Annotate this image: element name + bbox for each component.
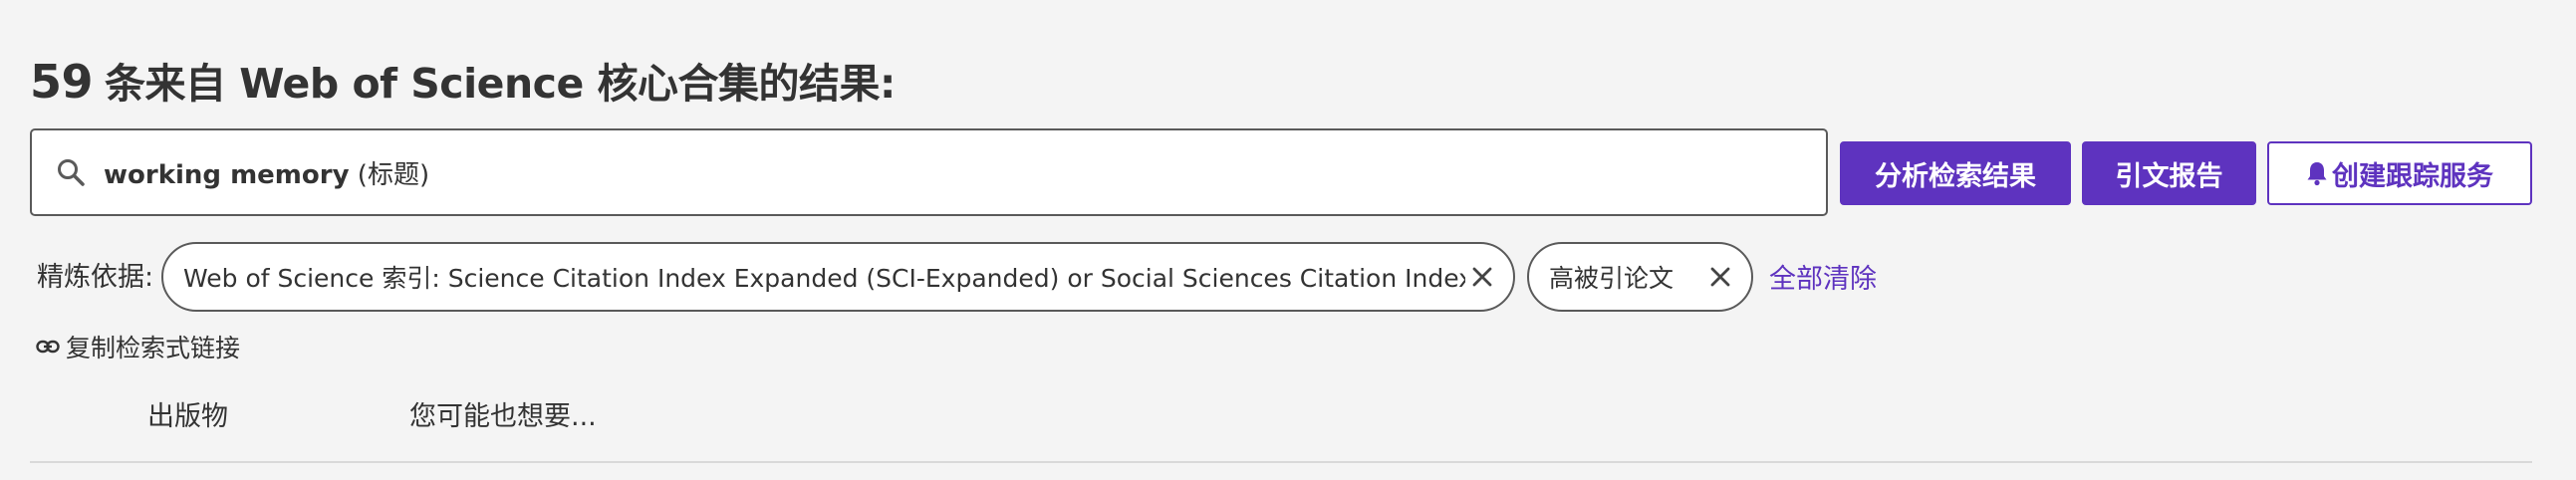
- search-query-field: (标题): [357, 159, 430, 190]
- results-heading: 59 条来自 Web of Science 核心合集的结果:: [30, 50, 896, 110]
- create-alert-button[interactable]: 创建跟踪服务: [2267, 141, 2532, 205]
- search-query-box[interactable]: working memory (标题): [30, 128, 1828, 216]
- copy-query-link-label: 复制检索式链接: [66, 334, 241, 362]
- search-query-text: working memory (标题): [104, 154, 429, 191]
- citation-report-button[interactable]: 引文报告: [2082, 141, 2256, 205]
- results-heading-text: 条来自 Web of Science 核心合集的结果:: [105, 60, 896, 108]
- refine-label: 精炼依据:: [37, 262, 154, 293]
- tab-suggestions[interactable]: 您可能也想要...: [409, 394, 597, 433]
- tab-publications[interactable]: 出版物: [147, 394, 228, 433]
- filter-chip-label: 高被引论文: [1549, 264, 1674, 293]
- bell-icon: [2306, 160, 2328, 186]
- search-icon: [52, 153, 90, 191]
- link-icon: [36, 339, 60, 355]
- filter-chip-index: Web of Science 索引: Science Citation Inde…: [161, 242, 1515, 312]
- result-count: 59: [30, 55, 94, 109]
- analyze-results-button[interactable]: 分析检索结果: [1840, 141, 2071, 205]
- create-alert-label: 创建跟踪服务: [2332, 160, 2493, 192]
- close-icon[interactable]: [1465, 260, 1499, 294]
- copy-query-link[interactable]: 复制检索式链接: [36, 329, 240, 364]
- close-icon[interactable]: [1703, 260, 1737, 294]
- filter-chip-label: Web of Science 索引: Science Citation Inde…: [183, 264, 1465, 293]
- search-query-terms: working memory: [104, 159, 350, 190]
- tab-divider: [30, 461, 2532, 463]
- filter-chip-highly-cited: 高被引论文: [1527, 242, 1753, 312]
- clear-all-link[interactable]: 全部清除: [1769, 257, 1877, 296]
